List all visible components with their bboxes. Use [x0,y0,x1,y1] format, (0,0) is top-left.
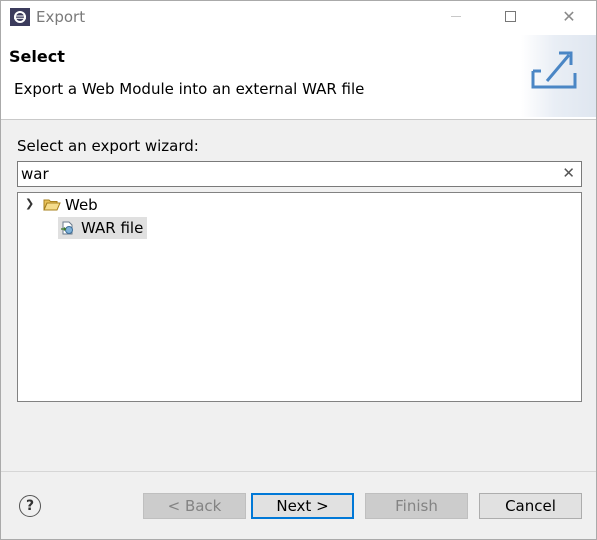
next-button[interactable]: Next > [251,493,354,519]
back-button[interactable]: < Back [143,493,246,519]
title-bar[interactable]: Export ✕ [1,1,596,33]
wizard-header: Select Export a Web Module into an exter… [1,33,596,120]
folder-open-icon [43,199,61,211]
export-wizard-label: Select an export wizard: [17,137,199,155]
finish-button[interactable]: Finish [365,493,468,519]
export-dialog: Export ✕ Select Export a Web Module into… [0,0,597,540]
page-description: Export a Web Module into an external WAR… [14,80,365,98]
minimize-button[interactable] [433,1,479,33]
tree-item-war-file-label: WAR file [81,219,144,237]
close-button[interactable]: ✕ [546,1,592,33]
tree-item-web-label: Web [65,196,98,214]
maximize-icon [505,11,516,22]
minimize-icon [451,16,461,17]
chevron-down-icon[interactable]: ❯ [25,193,37,215]
maximize-button[interactable] [487,1,533,33]
help-icon[interactable]: ? [19,495,41,517]
filter-input[interactable]: war ✕ [17,161,582,187]
window-title: Export [36,8,86,26]
clear-filter-icon[interactable]: ✕ [562,164,575,182]
cancel-button[interactable]: Cancel [479,493,582,519]
wizard-tree[interactable]: ❯ Web WAR file [17,192,582,402]
footer-divider [1,471,596,472]
export-icon [531,51,577,89]
close-icon: ✕ [562,7,576,26]
tree-item-war-file[interactable]: WAR file [58,217,148,239]
war-file-icon [61,221,73,235]
eclipse-app-icon [10,8,30,26]
filter-input-value[interactable]: war [21,165,49,183]
page-title: Select [9,47,65,66]
